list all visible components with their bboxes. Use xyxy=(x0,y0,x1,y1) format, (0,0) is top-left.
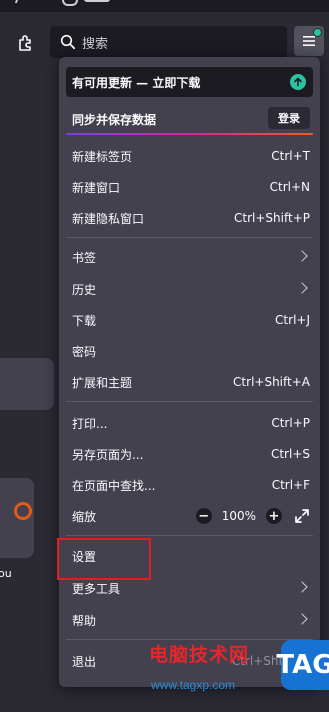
search-placeholder: 搜索 xyxy=(82,36,109,52)
menu-item-label: 更多工具 xyxy=(72,581,121,596)
menu-item-shortcut: Ctrl+J xyxy=(275,313,310,327)
sync-label: 同步并保存数据 xyxy=(72,112,157,127)
menu-item-find-in-page[interactable]: 在页面中查找... Ctrl+F xyxy=(59,470,320,500)
menu-item-label: 帮助 xyxy=(72,613,97,628)
hamburger-icon xyxy=(303,36,315,46)
settings-highlight-box xyxy=(57,538,151,580)
menu-item-label: 新建窗口 xyxy=(72,180,121,195)
menu-item-label: 在页面中查找... xyxy=(72,478,156,493)
sync-row: 同步并保存数据 登录 xyxy=(59,104,320,134)
app-menu-panel: 有可用更新 — 立即下载 同步并保存数据 登录 新建标签页 Ctrl+T 新建窗… xyxy=(59,57,320,687)
menu-item-shortcut: Ctrl+T xyxy=(271,149,310,163)
sync-divider xyxy=(66,133,313,135)
menu-item-shortcut: Ctrl+N xyxy=(269,180,310,194)
tab-icon xyxy=(62,0,78,6)
menu-item-new-window[interactable]: 新建窗口 Ctrl+N xyxy=(59,172,320,202)
extensions-button[interactable] xyxy=(12,29,40,57)
menu-item-save-page[interactable]: 另存页面为... Ctrl+S xyxy=(59,439,320,469)
menu-item-label: 新建隐私窗口 xyxy=(72,211,145,226)
zoom-reset-button[interactable]: 100% xyxy=(222,509,256,523)
menu-item-quit[interactable]: 退出 Ctrl+Shift+Q xyxy=(59,646,320,676)
menu-item-new-tab[interactable]: 新建标签页 Ctrl+T xyxy=(59,141,320,171)
menu-item-print[interactable]: 打印... Ctrl+P xyxy=(59,408,320,438)
menu-separator xyxy=(66,401,313,402)
menu-item-label: 新建标签页 xyxy=(72,149,133,164)
menu-item-addons[interactable]: 扩展和主题 Ctrl+Shift+A xyxy=(59,367,320,397)
menu-item-downloads[interactable]: 下载 Ctrl+J xyxy=(59,305,320,335)
app-menu-button[interactable] xyxy=(294,26,324,56)
menu-item-label: 退出 xyxy=(72,654,97,669)
search-icon xyxy=(60,34,76,50)
menu-item-label: 另存页面为... xyxy=(72,447,144,462)
menu-item-zoom: 缩放 − 100% + xyxy=(59,501,320,531)
menu-item-shortcut: Ctrl+S xyxy=(270,447,310,461)
menu-separator xyxy=(66,535,313,536)
shortcut-tile-label: ou xyxy=(0,567,12,580)
chevron-right-icon xyxy=(296,250,308,262)
update-banner[interactable]: 有可用更新 — 立即下载 xyxy=(66,67,313,97)
menu-separator xyxy=(66,639,313,640)
arrow-up-icon xyxy=(290,74,306,90)
site-icon xyxy=(14,502,32,520)
chevron-right-icon xyxy=(296,613,308,625)
tab-edge xyxy=(6,0,20,3)
tab-title-fragment xyxy=(84,0,110,2)
menu-item-shortcut: Ctrl+Shift+A xyxy=(233,375,310,389)
menu-item-shortcut: Ctrl+Shift+P xyxy=(234,211,310,225)
menu-item-bookmarks[interactable]: 书签 xyxy=(59,242,320,272)
zoom-out-button[interactable]: − xyxy=(195,508,212,524)
menu-item-label: 历史 xyxy=(72,282,97,297)
menu-item-label: 密码 xyxy=(72,344,97,359)
menu-item-history[interactable]: 历史 xyxy=(59,274,320,304)
menu-item-label: 打印... xyxy=(72,416,108,431)
update-badge xyxy=(313,28,322,37)
zoom-in-button[interactable]: + xyxy=(266,508,282,524)
chevron-right-icon xyxy=(296,581,308,593)
fullscreen-button[interactable] xyxy=(294,508,310,524)
menu-item-shortcut: Ctrl+P xyxy=(271,416,310,430)
menu-item-passwords[interactable]: 密码 xyxy=(59,336,320,366)
menu-item-help[interactable]: 帮助 xyxy=(59,605,320,635)
menu-item-label: 缩放 xyxy=(72,509,97,524)
zoom-controls: − 100% + xyxy=(195,505,310,527)
menu-item-label: 书签 xyxy=(72,250,97,265)
menu-item-shortcut: Ctrl+Shift+Q xyxy=(231,654,310,668)
fullscreen-icon xyxy=(295,509,309,523)
signin-button[interactable]: 登录 xyxy=(268,107,310,129)
chevron-right-icon xyxy=(296,282,308,294)
menu-item-new-private-window[interactable]: 新建隐私窗口 Ctrl+Shift+P xyxy=(59,203,320,233)
search-input[interactable]: 搜索 xyxy=(50,26,287,58)
shortcut-tile[interactable] xyxy=(0,358,54,410)
puzzle-icon xyxy=(19,35,31,51)
menu-separator xyxy=(66,237,313,238)
menu-item-shortcut: Ctrl+F xyxy=(271,478,310,492)
menu-item-label: 扩展和主题 xyxy=(72,375,133,390)
update-banner-label: 有可用更新 — 立即下载 xyxy=(72,75,201,90)
tab-strip xyxy=(0,0,329,12)
menu-item-label: 下载 xyxy=(72,313,97,328)
browser-window: 搜索 ou 有可用更新 — 立即下载 同步并保存数据 登录 新建标签页 Ctrl… xyxy=(0,0,329,712)
